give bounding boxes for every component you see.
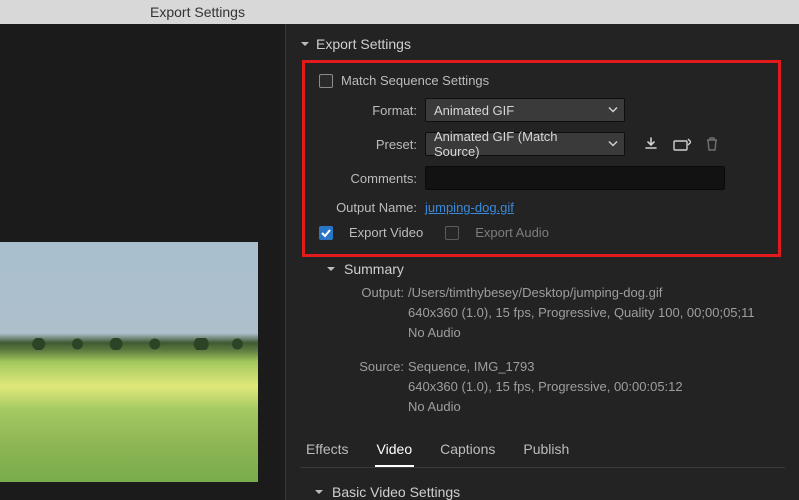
tab-video[interactable]: Video <box>375 437 415 467</box>
export-toggles-row: Export Video Export Audio <box>319 225 766 240</box>
export-audio-group: Export Audio <box>445 225 549 240</box>
chevron-down-icon <box>608 103 618 118</box>
export-video-checkbox[interactable] <box>319 226 333 240</box>
export-settings-group: Match Sequence Settings Format: Animated… <box>302 60 781 257</box>
match-sequence-checkbox[interactable] <box>319 74 333 88</box>
tab-captions[interactable]: Captions <box>438 437 497 467</box>
settings-tabs: Effects Video Captions Publish <box>300 431 785 468</box>
preview-panel <box>0 24 286 500</box>
summary-output: Output: /Users/timthybesey/Desktop/jumpi… <box>350 283 785 343</box>
summary-header[interactable]: Summary <box>326 261 785 277</box>
preset-value: Animated GIF (Match Source) <box>434 129 602 159</box>
chevron-down-icon <box>608 137 618 152</box>
export-settings-header[interactable]: Export Settings <box>300 36 785 52</box>
summary-heading: Summary <box>344 261 404 277</box>
format-row: Format: Animated GIF <box>317 98 766 122</box>
summary-section: Summary Output: /Users/timthybesey/Deskt… <box>326 261 785 417</box>
format-label: Format: <box>317 103 425 118</box>
window-titlebar: Export Settings <box>0 0 799 24</box>
basic-video-settings-header[interactable]: Basic Video Settings <box>314 484 785 500</box>
settings-panel: Export Settings Match Sequence Settings … <box>286 24 799 500</box>
preset-dropdown[interactable]: Animated GIF (Match Source) <box>425 132 625 156</box>
tab-effects[interactable]: Effects <box>304 437 351 467</box>
save-preset-icon[interactable] <box>643 136 659 152</box>
summary-source-label: Source: <box>350 357 404 417</box>
export-audio-label: Export Audio <box>475 225 549 240</box>
export-video-label: Export Video <box>349 225 423 240</box>
chevron-down-icon <box>314 487 324 497</box>
match-sequence-row: Match Sequence Settings <box>319 73 766 88</box>
summary-source: Source: Sequence, IMG_1793 640x360 (1.0)… <box>350 357 785 417</box>
preview-image <box>0 242 258 482</box>
chevron-down-icon <box>300 39 310 49</box>
comments-input[interactable] <box>425 166 725 190</box>
import-preset-icon[interactable] <box>673 137 691 151</box>
comments-label: Comments: <box>317 171 425 186</box>
export-settings-heading: Export Settings <box>316 36 411 52</box>
basic-video-settings-heading: Basic Video Settings <box>332 484 460 500</box>
output-name-label: Output Name: <box>317 200 425 215</box>
preset-actions <box>643 136 719 152</box>
match-sequence-label: Match Sequence Settings <box>341 73 489 88</box>
format-dropdown[interactable]: Animated GIF <box>425 98 625 122</box>
export-video-group: Export Video <box>319 225 423 240</box>
main-area: Export Settings Match Sequence Settings … <box>0 24 799 500</box>
summary-output-value: /Users/timthybesey/Desktop/jumping-dog.g… <box>408 283 785 343</box>
output-name-row: Output Name: jumping-dog.gif <box>317 200 766 215</box>
summary-output-label: Output: <box>350 283 404 343</box>
tab-publish[interactable]: Publish <box>521 437 571 467</box>
summary-source-value: Sequence, IMG_1793 640x360 (1.0), 15 fps… <box>408 357 785 417</box>
output-name-link[interactable]: jumping-dog.gif <box>425 200 514 215</box>
chevron-down-icon <box>326 264 336 274</box>
preset-row: Preset: Animated GIF (Match Source) <box>317 132 766 156</box>
export-audio-checkbox[interactable] <box>445 226 459 240</box>
window-title: Export Settings <box>150 4 245 20</box>
format-value: Animated GIF <box>434 103 514 118</box>
comments-row: Comments: <box>317 166 766 190</box>
preset-label: Preset: <box>317 137 425 152</box>
delete-preset-icon[interactable] <box>705 136 719 152</box>
